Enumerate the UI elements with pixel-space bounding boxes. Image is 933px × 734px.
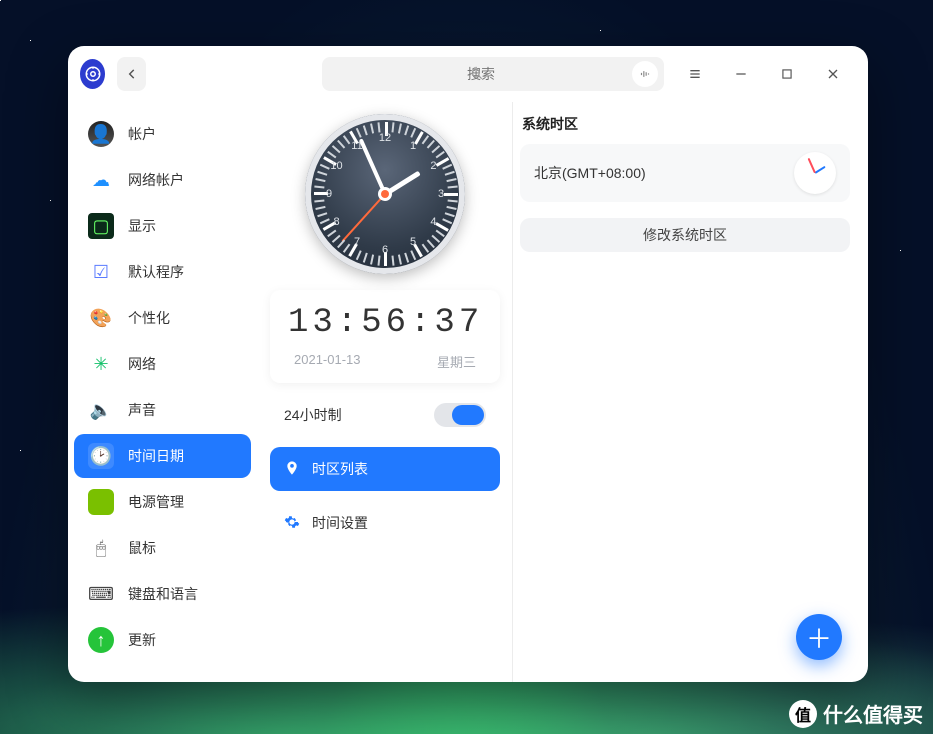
- sidebar-item-label: 显示: [128, 216, 156, 236]
- palette-icon: 🎨: [88, 305, 114, 331]
- arrow-up-icon: ↑: [88, 627, 114, 653]
- gear-icon: [284, 514, 300, 533]
- speaker-icon: 🔈: [88, 397, 114, 423]
- plus-icon: ＋: [806, 619, 832, 656]
- back-button[interactable]: [117, 57, 146, 91]
- sidebar-item-personalize[interactable]: 🎨 个性化: [74, 296, 251, 340]
- current-timezone-label: 北京(GMT+08:00): [534, 163, 646, 183]
- keyboard-icon: ⌨: [88, 581, 114, 607]
- sidebar-item-label: 更新: [128, 630, 156, 650]
- change-timezone-button[interactable]: 修改系统时区: [520, 218, 850, 252]
- change-timezone-label: 修改系统时区: [643, 225, 727, 245]
- minimize-button[interactable]: [718, 57, 764, 91]
- time-settings-button[interactable]: 时间设置: [270, 501, 500, 545]
- sidebar-item-network[interactable]: ✳ 网络: [74, 342, 251, 386]
- search-input[interactable]: [322, 57, 664, 91]
- sidebar-item-power[interactable]: 电源管理: [74, 480, 251, 524]
- settings-window: 👤 帐户 ☁ 网络帐户 ▢ 显示 ☑ 默认程序 🎨 个性化 ✳ 网络 🔈 声音 🕑 时间日期 电…: [68, 46, 868, 682]
- sidebar-item-datetime[interactable]: 🕑 时间日期: [74, 434, 251, 478]
- sidebar-item-account[interactable]: 👤 帐户: [74, 112, 251, 156]
- add-timezone-button[interactable]: ＋: [796, 614, 842, 660]
- map-pin-icon: [284, 460, 300, 479]
- datetime-panel: 121234567891011 13:56:37 2021-01-13 星期三 …: [258, 102, 512, 682]
- watermark-badge-icon: 值: [789, 700, 817, 728]
- globe-icon: ✳: [88, 351, 114, 377]
- sidebar-item-sound[interactable]: 🔈 声音: [74, 388, 251, 432]
- mouse-icon: 🖱: [88, 535, 114, 561]
- timezone-panel: 系统时区 北京(GMT+08:00) 修改系统时区 ＋: [512, 102, 868, 682]
- sidebar-item-display[interactable]: ▢ 显示: [74, 204, 251, 248]
- clock-icon: 🕑: [88, 443, 114, 469]
- window-check-icon: ☑: [88, 259, 114, 285]
- sidebar-item-label: 键盘和语言: [128, 584, 198, 604]
- monitor-icon: ▢: [88, 213, 114, 239]
- date-label: 2021-01-13: [294, 352, 361, 371]
- app-logo-icon: [80, 59, 105, 89]
- system-tz-heading: 系统时区: [520, 114, 850, 134]
- sidebar-item-label: 电源管理: [128, 492, 184, 512]
- sidebar-item-mouse[interactable]: 🖱 鼠标: [74, 526, 251, 570]
- hour-format-switch[interactable]: [434, 403, 486, 427]
- maximize-button[interactable]: [764, 57, 810, 91]
- sidebar-item-label: 帐户: [128, 124, 156, 144]
- time-settings-label: 时间设置: [312, 513, 368, 533]
- current-timezone-card[interactable]: 北京(GMT+08:00): [520, 144, 850, 202]
- hour-format-toggle-row: 24小时制: [270, 393, 500, 437]
- menu-button[interactable]: [672, 57, 718, 91]
- close-button[interactable]: [810, 57, 856, 91]
- sidebar-item-label: 时间日期: [128, 446, 184, 466]
- sidebar-item-label: 默认程序: [128, 262, 184, 282]
- hour-format-label: 24小时制: [284, 405, 342, 425]
- digital-clock-card: 13:56:37 2021-01-13 星期三: [270, 290, 500, 383]
- sidebar-item-net-account[interactable]: ☁ 网络帐户: [74, 158, 251, 202]
- watermark: 值 什么值得买: [789, 699, 923, 728]
- person-icon: 👤: [88, 121, 114, 147]
- voice-input-icon[interactable]: [632, 61, 658, 87]
- battery-icon: [88, 489, 114, 515]
- sidebar-item-keyboard[interactable]: ⌨ 键盘和语言: [74, 572, 251, 616]
- sidebar: 👤 帐户 ☁ 网络帐户 ▢ 显示 ☑ 默认程序 🎨 个性化 ✳ 网络 🔈 声音 🕑 时间日期 电…: [68, 102, 258, 682]
- titlebar: [68, 46, 868, 102]
- weekday-label: 星期三: [437, 352, 476, 371]
- mini-clock-icon: [794, 152, 836, 194]
- sidebar-item-label: 鼠标: [128, 538, 156, 558]
- timezone-list-label: 时区列表: [312, 459, 368, 479]
- sidebar-item-label: 网络帐户: [128, 170, 184, 190]
- sidebar-item-label: 声音: [128, 400, 156, 420]
- analog-clock: 121234567891011: [305, 114, 465, 274]
- sidebar-item-default-apps[interactable]: ☑ 默认程序: [74, 250, 251, 294]
- digital-time: 13:56:37: [288, 304, 482, 342]
- sidebar-item-label: 个性化: [128, 308, 170, 328]
- cloud-icon: ☁: [88, 167, 114, 193]
- sidebar-item-update[interactable]: ↑ 更新: [74, 618, 251, 662]
- watermark-text: 什么值得买: [823, 699, 923, 728]
- search-icon: [470, 67, 484, 81]
- timezone-list-button[interactable]: 时区列表: [270, 447, 500, 491]
- sidebar-item-label: 网络: [128, 354, 156, 374]
